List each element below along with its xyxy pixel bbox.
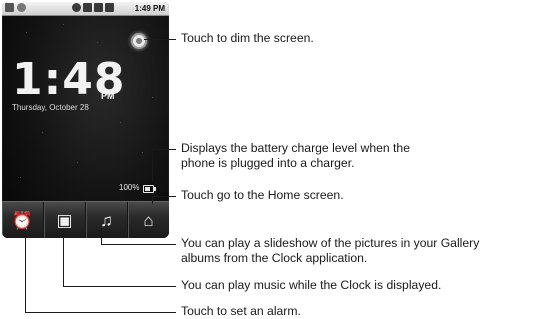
battery-callout-line xyxy=(152,149,153,182)
alarm-callout-text: Touch to set an alarm. xyxy=(181,304,301,318)
slideshow-callout-line1: You can play a slideshow of the pictures… xyxy=(181,236,480,250)
battery-callout-line-h xyxy=(152,149,176,150)
home-callout-line-v xyxy=(152,196,153,204)
gps-icon xyxy=(72,3,81,12)
battery-level-text: 100% xyxy=(119,183,140,192)
home-icon: ⌂ xyxy=(143,211,154,230)
slideshow-callout-line-v xyxy=(101,229,102,244)
dim-callout-line xyxy=(144,39,176,40)
music-callout-text: You can play music while the Clock is di… xyxy=(181,278,442,292)
slideshow-icon: ▣ xyxy=(56,211,73,230)
signal-icon xyxy=(94,3,103,12)
notification-icon xyxy=(5,3,14,12)
dim-screen-button[interactable] xyxy=(133,35,145,47)
music-callout-line-h xyxy=(63,286,176,287)
alarm-clock-icon: ⏰ xyxy=(11,211,34,230)
data-icon xyxy=(83,3,92,12)
clock-ampm: PM xyxy=(101,91,115,101)
battery-status-icon xyxy=(105,3,114,12)
clock-date: Thursday, October 28 xyxy=(12,103,89,112)
home-callout-text: Touch go to the Home screen. xyxy=(181,188,344,202)
battery-callout-line1: Displays the battery charge level when t… xyxy=(181,141,410,155)
home-callout-line xyxy=(152,196,176,197)
alarm-callout-line-h xyxy=(25,312,176,313)
battery-icon xyxy=(143,185,156,193)
battery-callout-line2: phone is plugged into a charger. xyxy=(181,156,355,170)
sync-icon xyxy=(17,3,26,12)
alarm-button[interactable]: ⏰ xyxy=(2,202,44,238)
dim-callout-text: Touch to dim the screen. xyxy=(181,31,314,45)
clock-dock: ⏰ ▣ ♫ ⌂ xyxy=(2,201,169,238)
status-bar: 1:49 PM xyxy=(2,2,169,16)
status-bar-time: 1:49 PM xyxy=(134,4,165,13)
music-note-icon: ♫ xyxy=(100,211,113,230)
music-callout-line-v xyxy=(63,229,64,286)
home-button[interactable]: ⌂ xyxy=(128,202,169,238)
slideshow-button[interactable]: ▣ xyxy=(44,202,86,238)
alarm-callout-line-v xyxy=(25,229,26,312)
music-button[interactable]: ♫ xyxy=(86,202,128,238)
phone-screen: 1:49 PM 1:48 PM Thursday, October 28 100… xyxy=(2,2,169,238)
slideshow-callout-line-h xyxy=(101,244,176,245)
slideshow-callout-line2: albums from the Clock application. xyxy=(181,251,368,265)
